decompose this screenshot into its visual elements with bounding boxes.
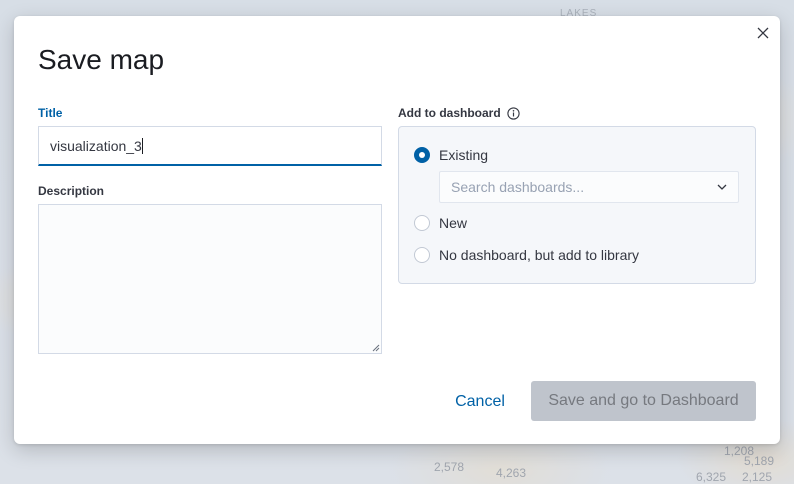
radio-existing[interactable]: Existing <box>414 147 488 163</box>
search-dashboards-select[interactable]: Search dashboards... <box>439 171 739 203</box>
radio-existing-label: Existing <box>439 147 489 163</box>
radio-button[interactable] <box>414 215 430 231</box>
dashboard-options-panel: Existing Search dashboards... New No das… <box>398 126 756 284</box>
chevron-down-icon <box>717 184 727 190</box>
title-input[interactable]: visualization_3 <box>38 126 382 166</box>
radio-new-label: New <box>439 215 468 231</box>
resize-handle-icon[interactable] <box>372 344 380 352</box>
cancel-button[interactable]: Cancel <box>444 382 516 422</box>
close-icon <box>757 27 769 39</box>
radio-button-checked[interactable] <box>414 147 430 163</box>
save-and-go-to-dashboard-button[interactable]: Save and go to Dashboard <box>531 381 756 421</box>
description-label: Description <box>38 184 105 198</box>
search-dashboards-placeholder: Search dashboards... <box>451 179 585 195</box>
title-input-value: visualization_3 <box>50 138 142 154</box>
add-to-dashboard-text: Add to dashboard <box>398 106 501 120</box>
close-button[interactable] <box>754 24 772 42</box>
radio-no-dashboard-label: No dashboard, but add to library <box>439 247 640 263</box>
description-textarea[interactable] <box>38 204 382 354</box>
radio-no-dashboard[interactable]: No dashboard, but add to library <box>414 247 639 263</box>
title-label: Title <box>38 106 63 120</box>
save-map-modal: Save map Title visualization_3 Descripti… <box>14 16 780 444</box>
modal-title: Save map <box>38 44 165 75</box>
text-caret <box>141 138 143 154</box>
radio-new[interactable]: New <box>414 215 467 231</box>
info-icon[interactable] <box>507 106 520 120</box>
radio-button[interactable] <box>414 247 430 263</box>
add-to-dashboard-label: Add to dashboard <box>398 106 520 120</box>
